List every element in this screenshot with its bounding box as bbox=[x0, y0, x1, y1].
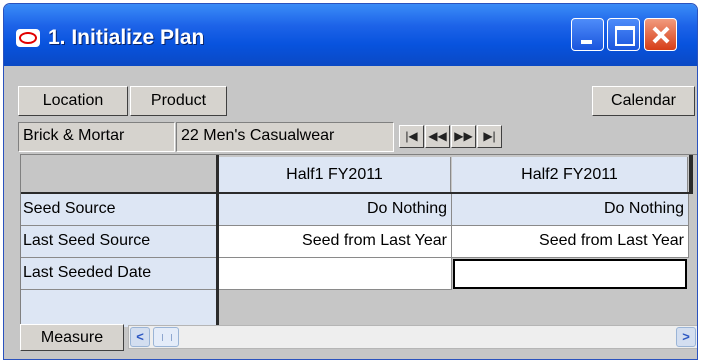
column-header[interactable]: Half2 FY2011 bbox=[452, 157, 688, 192]
next-page-button[interactable]: ▶▶ bbox=[451, 125, 476, 148]
last-page-button[interactable]: ▶| bbox=[477, 125, 502, 148]
status-bar: Measure < > bbox=[20, 323, 697, 351]
data-cell-selected[interactable] bbox=[453, 259, 687, 289]
row-header[interactable]: Last Seeded Date bbox=[21, 258, 216, 290]
row-header[interactable]: Last Seed Source bbox=[21, 226, 216, 258]
measure-button[interactable]: Measure bbox=[20, 324, 124, 351]
data-cell[interactable]: Seed from Last Year bbox=[219, 226, 452, 258]
close-button[interactable] bbox=[644, 18, 677, 51]
maximize-button[interactable] bbox=[607, 18, 640, 51]
data-cell[interactable]: Seed from Last Year bbox=[452, 226, 689, 258]
product-button[interactable]: Product bbox=[130, 86, 227, 116]
calendar-button[interactable]: Calendar bbox=[592, 86, 695, 116]
scroll-right-icon[interactable]: > bbox=[676, 327, 696, 347]
data-cell[interactable]: Do Nothing bbox=[219, 194, 452, 226]
scroll-thumb[interactable] bbox=[153, 327, 179, 347]
plan-window: 1. Initialize Plan Location Product Cale… bbox=[3, 3, 698, 360]
title-bar[interactable]: 1. Initialize Plan bbox=[4, 4, 697, 66]
data-cell[interactable] bbox=[219, 258, 452, 290]
row-header[interactable]: Seed Source bbox=[21, 194, 216, 226]
first-page-button[interactable]: |◀ bbox=[399, 125, 424, 148]
corner-cell bbox=[21, 155, 219, 192]
empty-row-header bbox=[21, 290, 216, 327]
column-header[interactable]: Half1 FY2011 bbox=[219, 157, 451, 192]
window-title: 1. Initialize Plan bbox=[48, 26, 205, 49]
location-button[interactable]: Location bbox=[18, 86, 128, 116]
horizontal-scrollbar[interactable]: < > bbox=[128, 325, 697, 349]
oracle-logo-icon bbox=[16, 29, 40, 47]
data-cell[interactable]: Do Nothing bbox=[452, 194, 689, 226]
product-value: 22 Men's Casualwear bbox=[176, 122, 394, 152]
column-divider bbox=[689, 155, 693, 193]
measure-grid: Half1 FY2011 Half2 FY2011 Seed Source Do… bbox=[20, 154, 697, 327]
previous-page-button[interactable]: ◀◀ bbox=[425, 125, 450, 148]
minimize-button[interactable] bbox=[571, 18, 604, 51]
scroll-left-icon[interactable]: < bbox=[130, 327, 150, 347]
location-value: Brick & Mortar bbox=[18, 122, 175, 152]
